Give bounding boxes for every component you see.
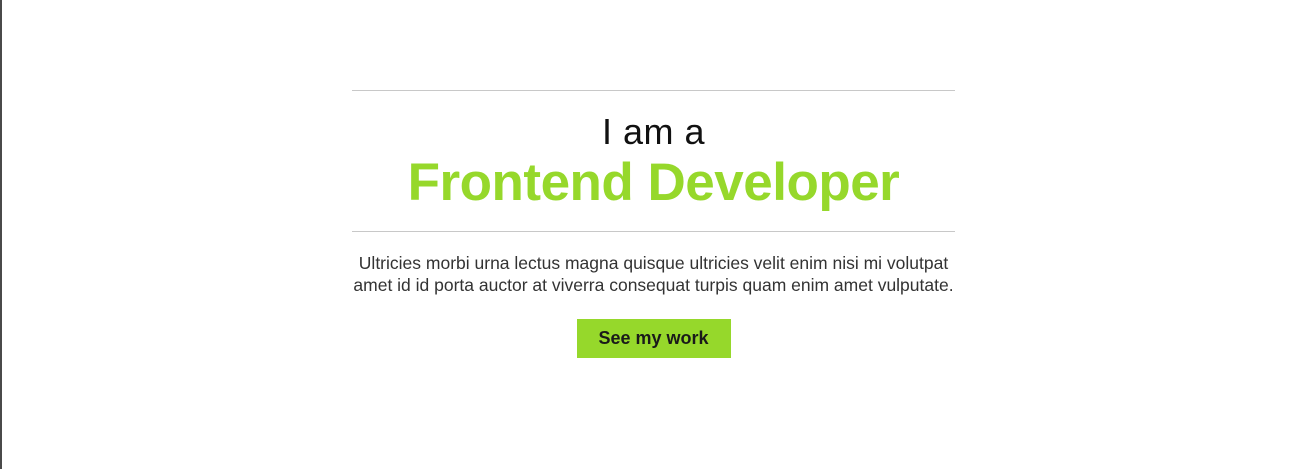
cta-container: See my work xyxy=(352,319,955,358)
hero-section: I am a Frontend Developer Ultricies morb… xyxy=(352,90,955,358)
window-left-border xyxy=(0,0,2,469)
hero-description: Ultricies morbi urna lectus magna quisqu… xyxy=(353,253,954,295)
hero-intro: I am a xyxy=(601,111,706,152)
top-divider xyxy=(352,90,955,91)
see-my-work-button[interactable]: See my work xyxy=(576,319,731,358)
hero-role-title: Frontend Developer xyxy=(407,153,900,212)
bottom-divider xyxy=(352,231,955,232)
